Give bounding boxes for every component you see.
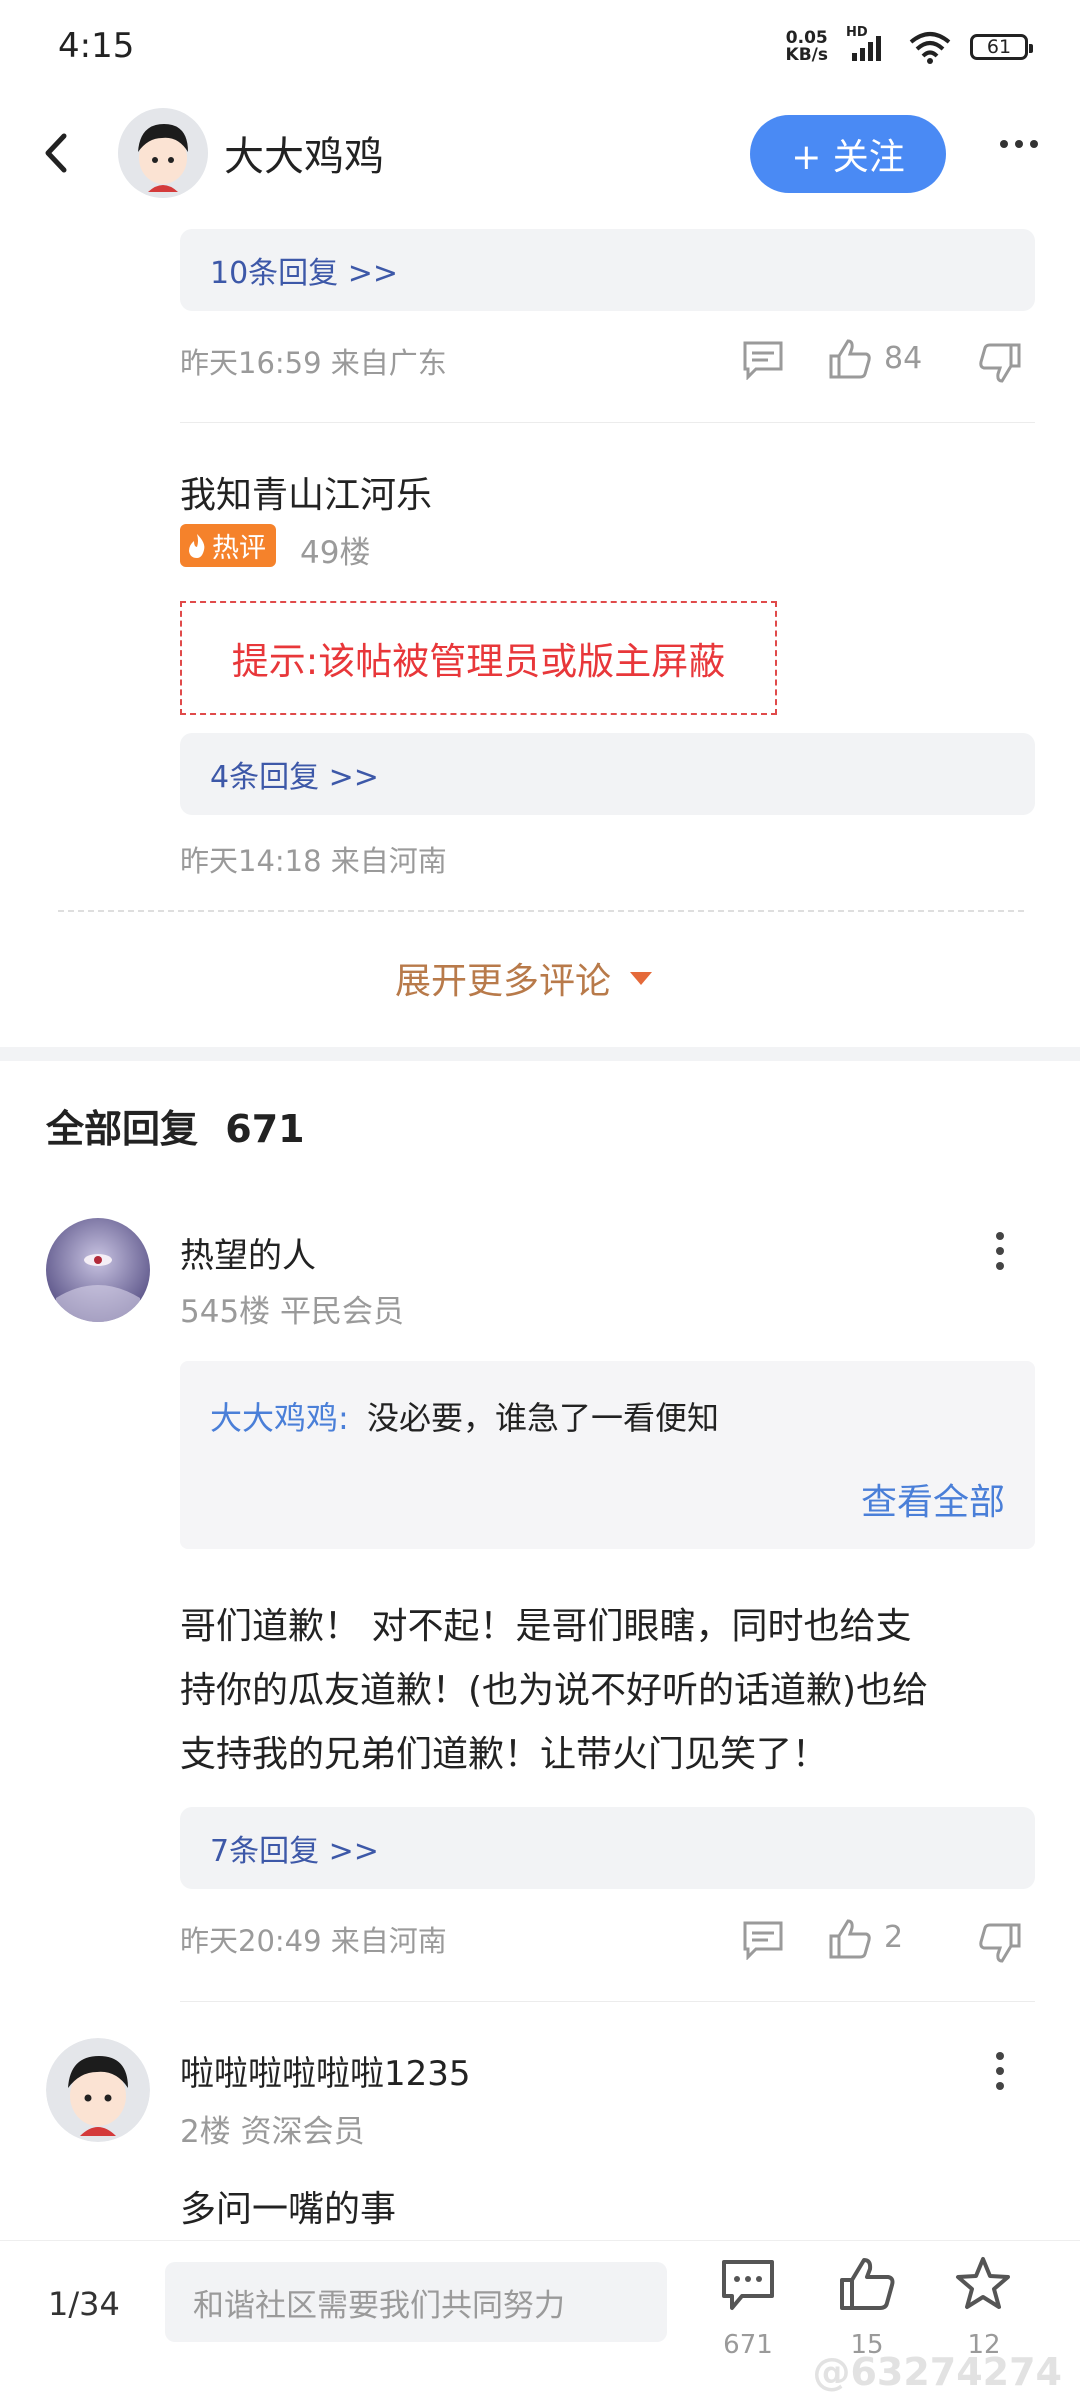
section-separator xyxy=(0,1047,1080,1061)
like-icon[interactable] xyxy=(828,1918,872,1960)
like-count: 84 xyxy=(884,341,923,376)
reply-icon[interactable] xyxy=(742,340,784,380)
comment-username[interactable]: 我知青山江河乐 xyxy=(180,466,432,518)
user-avatar[interactable] xyxy=(46,1218,150,1322)
like-count: 2 xyxy=(884,1920,904,1955)
replies-link[interactable]: 4条回复 >> xyxy=(180,733,1035,815)
back-icon[interactable] xyxy=(36,128,76,178)
post-more-icon[interactable] xyxy=(996,1232,1004,1270)
post-body-line: 支持我的兄弟们道歉！让带火门见笑了！ xyxy=(180,1734,829,1775)
view-all-link[interactable]: 查看全部 xyxy=(861,1473,1005,1525)
author-avatar[interactable] xyxy=(118,108,208,198)
dislike-icon[interactable] xyxy=(978,1922,1022,1964)
caret-down-icon xyxy=(630,972,653,985)
comment-meta: 昨天14:18 来自河南 xyxy=(180,844,447,878)
network-speed-unit: KB/s xyxy=(785,45,828,65)
follow-button[interactable]: + 关注 xyxy=(750,115,946,193)
replies-link[interactable]: 7条回复 >> xyxy=(180,1807,1035,1889)
favorite-star-icon[interactable] xyxy=(954,2256,1012,2312)
quoted-reply[interactable]: 大大鸡鸡: 没必要，谁急了一看便知 查看全部 xyxy=(180,1361,1035,1549)
reply-icon[interactable] xyxy=(742,1920,784,1960)
flame-icon xyxy=(189,533,205,558)
divider xyxy=(180,2001,1035,2002)
comment-count: 671 xyxy=(723,2330,773,2360)
status-time: 4:15 xyxy=(58,26,135,66)
dashed-divider xyxy=(58,910,1024,912)
replies-link[interactable]: 10条回复 >> xyxy=(180,229,1035,311)
status-icons: 0.05 KB/s HD 61 xyxy=(786,25,1033,64)
like-icon[interactable] xyxy=(828,338,872,380)
author-name[interactable]: 大大鸡鸡 xyxy=(224,124,384,182)
all-replies-title: 全部回复 xyxy=(46,1107,199,1151)
hot-badge-label: 热评 xyxy=(212,533,266,564)
all-replies-count: 671 xyxy=(225,1107,305,1151)
comment-input[interactable]: 和谐社区需要我们共同努力 xyxy=(165,2262,667,2342)
hot-badge: 热评 xyxy=(180,524,276,567)
post-floor-rank: 2楼 资深会员 xyxy=(180,2114,365,2150)
post-body-line: 哥们道歉！ 对不起！是哥们眼瞎，同时也给支 xyxy=(180,1606,912,1647)
all-replies-heading: 全部回复 671 xyxy=(46,1098,305,1153)
post-username[interactable]: 啦啦啦啦啦啦1235 xyxy=(180,2046,471,2095)
quote-author[interactable]: 大大鸡鸡: xyxy=(210,1399,349,1437)
expand-more-comments[interactable]: 展开更多评论 xyxy=(395,952,653,1004)
blocked-notice: 提示:该帖被管理员或版主屏蔽 xyxy=(180,601,777,715)
post-more-icon[interactable] xyxy=(996,2052,1004,2090)
page-indicator[interactable]: 1/34 xyxy=(48,2285,120,2323)
post-username[interactable]: 热望的人 xyxy=(180,1228,316,1277)
network-speed: 0.05 KB/s xyxy=(786,30,828,64)
post-floor-rank: 545楼 平民会员 xyxy=(180,1294,405,1330)
signal-icon: HD xyxy=(846,25,890,63)
comment-meta: 昨天16:59 来自广东 xyxy=(180,346,447,380)
comment-icon[interactable] xyxy=(720,2258,776,2312)
thumbs-up-icon[interactable] xyxy=(838,2256,896,2312)
floor-number: 49楼 xyxy=(300,535,371,571)
post-body: 多问一嘴的事 xyxy=(180,2189,397,2230)
watermark: @63274274 xyxy=(812,2350,1062,2394)
post-body: 哥们道歉！ 对不起！是哥们眼瞎，同时也给支 持你的瓜友道歉！(也为说不好听的话道… xyxy=(180,1595,1040,1787)
post-meta: 昨天20:49 来自河南 xyxy=(180,1924,447,1958)
battery-icon: 61 xyxy=(970,34,1033,60)
user-avatar[interactable] xyxy=(46,2038,150,2142)
wifi-icon xyxy=(909,32,951,64)
more-options-icon[interactable] xyxy=(1000,140,1038,148)
post-body-line: 持你的瓜友道歉！(也为说不好听的话道歉)也给 xyxy=(180,1670,929,1711)
dislike-icon[interactable] xyxy=(978,342,1022,384)
quote-text: 没必要，谁急了一看便知 xyxy=(366,1399,719,1437)
expand-label: 展开更多评论 xyxy=(395,961,612,1002)
divider xyxy=(180,422,1035,423)
